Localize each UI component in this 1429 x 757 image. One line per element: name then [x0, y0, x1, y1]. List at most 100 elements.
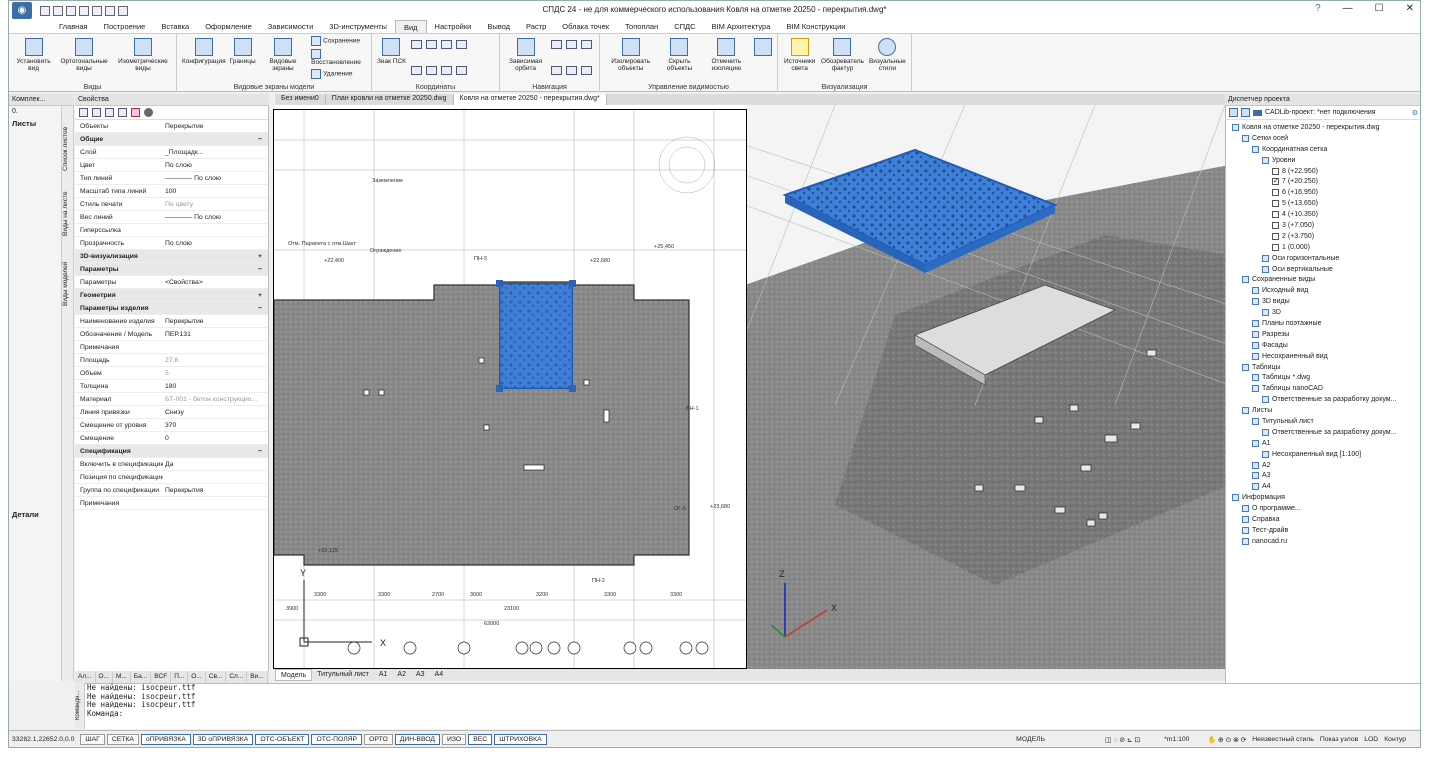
property-row[interactable]: Линия привязки Снизу: [75, 406, 268, 419]
tree-item[interactable]: Координатная сетка: [1226, 144, 1420, 155]
help-icon[interactable]: ?: [1315, 3, 1321, 14]
document-tab[interactable]: Без имени0: [275, 94, 326, 105]
tree-item[interactable]: 3 (+7.050): [1226, 220, 1420, 231]
zoom-icon[interactable]: [566, 40, 577, 49]
checkbox[interactable]: [1272, 167, 1279, 175]
ucs-view-icon[interactable]: [425, 65, 437, 75]
pan-icon[interactable]: [551, 40, 562, 49]
project-list-icon[interactable]: [1241, 108, 1250, 117]
property-row[interactable]: Слой _Площадк...: [75, 146, 268, 159]
select-icon[interactable]: [79, 108, 88, 117]
property-row[interactable]: Стиль печати По цвету: [75, 198, 268, 211]
filter-icon[interactable]: [105, 108, 114, 117]
tree-item[interactable]: Уровни: [1226, 155, 1420, 166]
ribbon-tab[interactable]: Зависимости: [260, 20, 322, 33]
property-row[interactable]: Прозрачность По слою: [75, 237, 268, 250]
property-row[interactable]: Материал БТ-001 - бетон конструкцио...: [75, 393, 268, 406]
property-value[interactable]: По слою: [163, 240, 268, 247]
ucs-face-icon[interactable]: [455, 65, 467, 75]
tree-item[interactable]: 1 (0.000): [1226, 242, 1420, 253]
property-value[interactable]: БТ-001 - бетон конструкцио...: [163, 396, 268, 403]
status-toggle[interactable]: ОРТО: [364, 734, 393, 745]
property-value[interactable]: Да: [163, 461, 268, 468]
tree-item[interactable]: Таблицы *.dwg: [1226, 372, 1420, 383]
status-toggle[interactable]: оПРИВЯЗКА: [140, 734, 191, 745]
panel-tab[interactable]: Св...: [206, 671, 227, 683]
sheet-combo[interactable]: 0.: [9, 106, 61, 117]
status-toggle[interactable]: ДИН-ВВОД: [394, 734, 440, 745]
tree-item[interactable]: ✓ 7 (+20.250): [1226, 176, 1420, 187]
property-section[interactable]: Спецификация −: [75, 445, 268, 458]
panel-tab[interactable]: Сл...: [226, 671, 248, 683]
property-section[interactable]: 3D-визуализация +: [75, 250, 268, 263]
property-row[interactable]: Тип линий ———— По слою: [75, 172, 268, 185]
minimize-button[interactable]: —: [1343, 3, 1353, 14]
ribbon-tab[interactable]: Вывод: [479, 20, 518, 33]
property-row[interactable]: Параметры <Свойства>: [75, 276, 268, 289]
command-panel-tab[interactable]: Командн...: [75, 683, 85, 729]
ribbon-tab[interactable]: СПДС: [666, 20, 703, 33]
tree-item[interactable]: О программе...: [1226, 503, 1420, 514]
property-row[interactable]: Толщина 180: [75, 380, 268, 393]
restore-viewport-button[interactable]: Восстановление: [311, 49, 368, 66]
property-row[interactable]: Включить в спецификацию Да: [75, 458, 268, 471]
property-value[interactable]: ПЕР.131: [163, 331, 268, 338]
ribbon-tab[interactable]: Построение: [96, 20, 154, 33]
clear-selection-icon[interactable]: [131, 108, 140, 117]
save-viewport-button[interactable]: Сохранение: [311, 36, 368, 46]
panel-tab[interactable]: Ба...: [131, 671, 152, 683]
ucs-origin-icon[interactable]: [410, 65, 422, 75]
properties-header[interactable]: Свойства: [75, 94, 269, 106]
checkbox[interactable]: ✓: [1272, 178, 1279, 186]
ribbon-tab[interactable]: BIM Архитектура: [704, 20, 779, 33]
panel-tab[interactable]: О...: [188, 671, 206, 683]
property-row[interactable]: Смещение от уровня 370: [75, 419, 268, 432]
layout-tab[interactable]: A3: [411, 669, 430, 681]
settings-gear-icon[interactable]: ⚙: [1412, 109, 1418, 117]
ribbon-tab[interactable]: Растр: [518, 20, 554, 33]
ucs-world-icon[interactable]: [410, 40, 422, 49]
command-line[interactable]: Команда:: [87, 709, 1420, 719]
tree-item[interactable]: Информация: [1226, 492, 1420, 503]
property-value[interactable]: 5: [163, 370, 268, 377]
layout-tab[interactable]: Титульный лист: [312, 669, 374, 681]
layout-tab[interactable]: A4: [430, 669, 449, 681]
layout-tab[interactable]: A1: [374, 669, 393, 681]
property-value[interactable]: _Площадк...: [163, 149, 268, 156]
property-row[interactable]: Площадь 27.8: [75, 354, 268, 367]
vtab-sheet-views[interactable]: Виды на листе: [62, 186, 74, 241]
tree-item[interactable]: Сохраненные виды: [1226, 274, 1420, 285]
plan-view-drawing[interactable]: +22,400 +22,125 +22,680 +25,450 +23,680 …: [274, 110, 747, 669]
property-section[interactable]: Общие −: [75, 133, 268, 146]
tree-item[interactable]: 8 (+22.950): [1226, 166, 1420, 177]
orbit-icon[interactable]: [551, 65, 562, 75]
status-toggle[interactable]: ШАГ: [80, 734, 105, 745]
contour-status[interactable]: Контур: [1384, 736, 1406, 743]
document-tab[interactable]: Ковля на отметке 20250 - перекрытия.dwg*: [453, 94, 607, 105]
property-value[interactable]: ———— По слою: [163, 175, 268, 182]
project-view-icon[interactable]: [1229, 108, 1238, 117]
ucs-object-icon[interactable]: [440, 65, 452, 75]
checkbox[interactable]: [1272, 200, 1279, 208]
quick-select-icon[interactable]: [92, 108, 101, 117]
ucs-x-icon[interactable]: [425, 40, 437, 49]
tree-item[interactable]: Ответственные за разработку докум...: [1226, 394, 1420, 405]
layout-sheet-a1[interactable]: +22,400 +22,125 +22,680 +25,450 +23,680 …: [273, 109, 747, 669]
panel-tab[interactable]: П...: [171, 671, 189, 683]
panel-tab[interactable]: Ал...: [75, 671, 96, 683]
show-nodes-status[interactable]: Показ узлов: [1320, 736, 1358, 743]
project-manager-header[interactable]: Диспетчер проекта: [1225, 94, 1420, 106]
panel-tab[interactable]: BCF: [151, 671, 172, 683]
tree-item[interactable]: 2 (+3.750): [1226, 231, 1420, 242]
property-row[interactable]: Объекты Перекрытие: [75, 120, 268, 133]
zoom-extents-icon[interactable]: [581, 40, 592, 49]
status-toggle[interactable]: ВЕС: [468, 734, 493, 745]
status-toggle[interactable]: СЕТКА: [106, 734, 139, 745]
sheets-label[interactable]: Листы: [9, 117, 61, 130]
tree-item[interactable]: 5 (+13.650): [1226, 198, 1420, 209]
checkbox[interactable]: [1272, 243, 1279, 251]
tree-item[interactable]: 3D: [1226, 307, 1420, 318]
ribbon-tab[interactable]: Облака точек: [554, 20, 617, 33]
property-value[interactable]: По цвету: [163, 201, 268, 208]
property-section[interactable]: Параметры −: [75, 263, 268, 276]
